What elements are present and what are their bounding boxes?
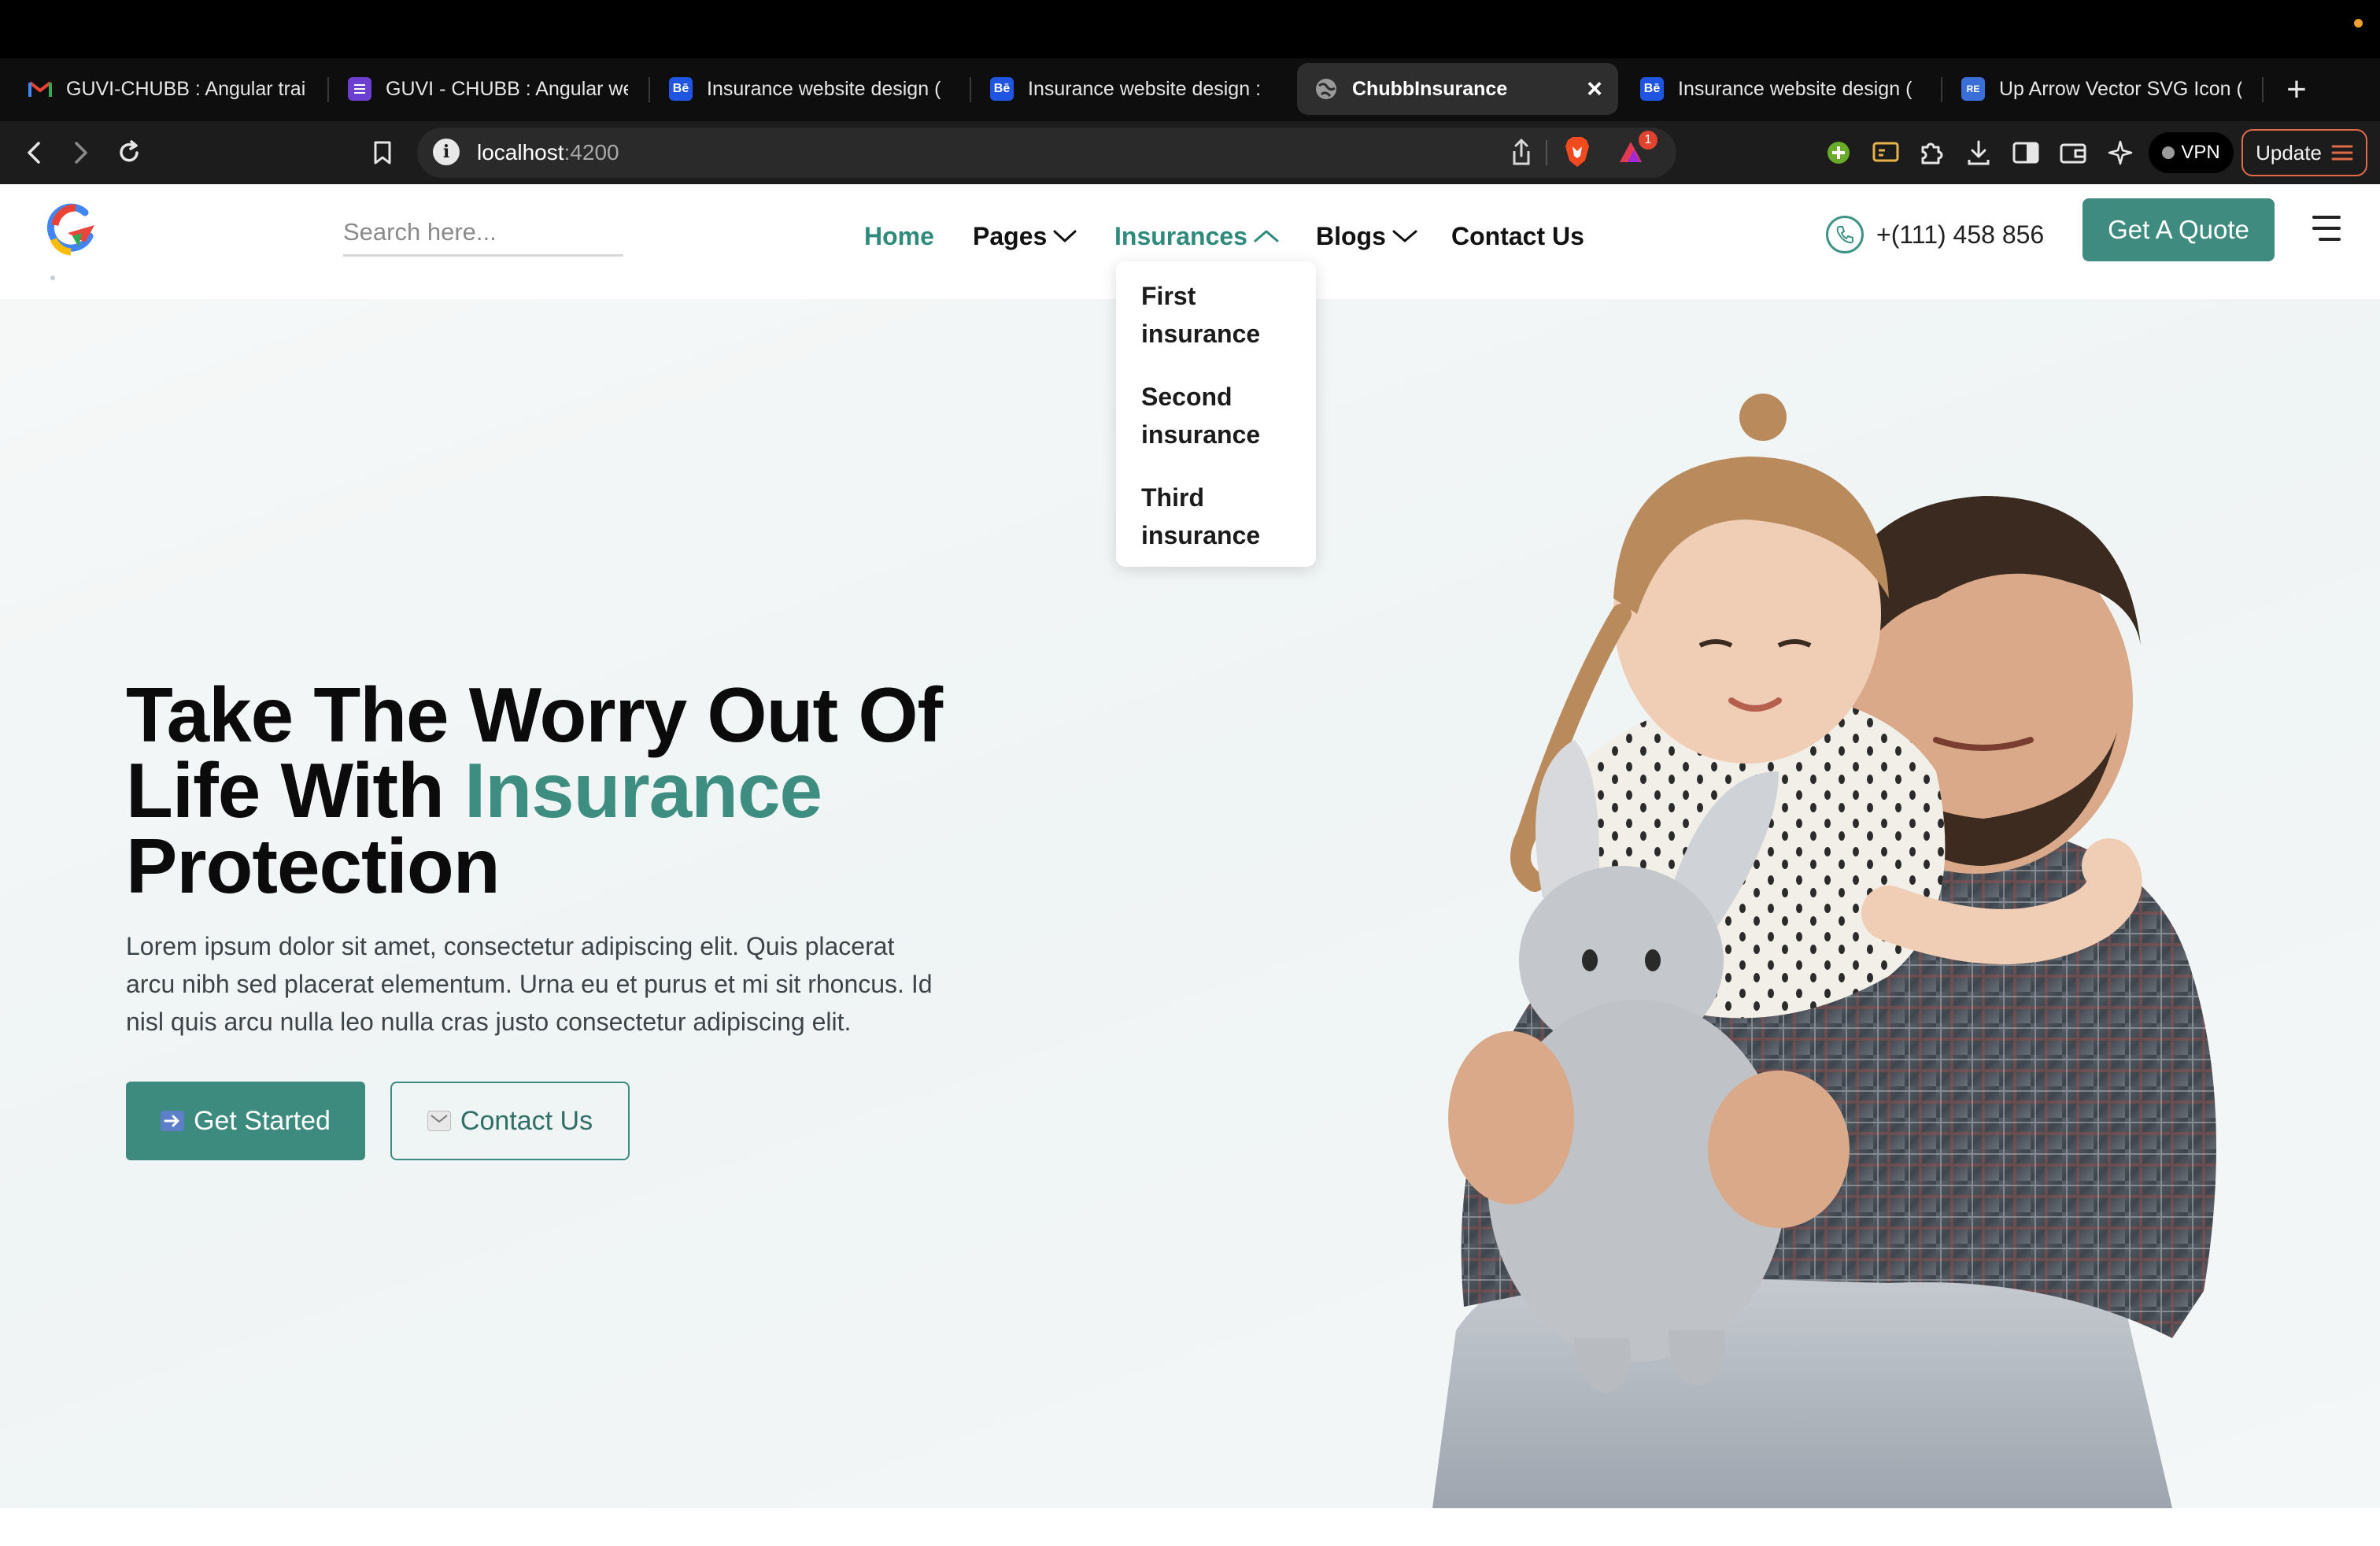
nav-insurances-label: Insurances (1114, 221, 1247, 250)
phone-icon (1826, 216, 1864, 253)
nav-contact-label: Contact Us (1451, 221, 1584, 250)
nav-contact[interactable]: Contact Us (1451, 216, 1584, 257)
envelope-icon (427, 1111, 451, 1131)
behance-icon: Bē (1640, 77, 1664, 101)
bookmark-icon[interactable] (360, 131, 405, 175)
nav-pages-label: Pages (973, 221, 1048, 250)
tab-title: Up Arrow Vector SVG Icon ( (1999, 77, 2241, 100)
hero-family-image (1432, 394, 2216, 1508)
nav-insurances[interactable]: Insurances (1114, 216, 1279, 257)
site-logo[interactable] (44, 202, 101, 280)
sidebar-icon[interactable] (2004, 131, 2048, 175)
url-port: :4200 (564, 140, 619, 165)
dropdown-item-third-insurance[interactable]: Third insurance (1141, 479, 1299, 554)
vpn-label: VPN (2181, 142, 2220, 163)
new-tab-button[interactable]: + (2275, 58, 2319, 121)
menu-icon (2331, 145, 2353, 161)
wallet-icon[interactable] (2051, 131, 2095, 175)
dropdown-item-second-insurance[interactable]: Second insurance (1141, 378, 1299, 453)
chevron-down-icon (1053, 230, 1077, 242)
extension-plus-icon[interactable] (1816, 131, 1861, 175)
nav-blogs-label: Blogs (1316, 221, 1386, 250)
tab-divider (327, 77, 329, 102)
tab-title: GUVI - CHUBB : Angular we (386, 77, 628, 100)
hamburger-menu-icon[interactable] (2308, 216, 2341, 244)
recording-indicator-icon (2354, 19, 2363, 28)
os-menu-bar (0, 0, 2380, 58)
vpn-button[interactable]: VPN (2149, 132, 2234, 173)
back-button[interactable] (13, 131, 57, 175)
rewards-badge: 1 (1639, 131, 1658, 150)
get-started-label: Get Started (194, 1105, 331, 1136)
browser-tab[interactable]: GUVI - CHUBB : Angular we (331, 63, 645, 115)
tab-divider (649, 77, 650, 102)
logo-dot (50, 276, 55, 280)
behance-icon: Bē (669, 77, 693, 101)
arrow-right-icon (161, 1111, 185, 1131)
chevron-up-icon (1254, 230, 1279, 242)
tab-title: Insurance website design ( (707, 77, 941, 100)
share-icon[interactable] (1510, 137, 1533, 174)
address-bar[interactable]: i localhost:4200 1 (417, 128, 1676, 178)
extensions-puzzle-icon[interactable] (1909, 131, 1953, 175)
chevron-down-icon (1392, 230, 1417, 242)
site-info-icon[interactable]: i (433, 139, 460, 165)
browser-toolbar: i localhost:4200 1 VPN Update (0, 121, 2380, 184)
brave-shield-icon[interactable] (1563, 135, 1591, 174)
tab-divider (1941, 77, 1942, 102)
phone-contact[interactable]: +(111) 458 856 (1826, 209, 2044, 260)
url-host: localhost (477, 140, 564, 165)
dropdown-item-first-insurance[interactable]: First insurance (1141, 277, 1299, 353)
contact-us-button[interactable]: Contact Us (390, 1082, 630, 1160)
browser-tab[interactable]: Bē Insurance website design ( (652, 63, 966, 115)
phone-number: +(111) 458 856 (1876, 220, 2045, 249)
browser-tab[interactable]: RE Up Arrow Vector SVG Icon ( (1944, 63, 2259, 115)
hero-description: Lorem ipsum dolor sit amet, consectetur … (126, 932, 933, 1036)
globe-icon (1314, 77, 1338, 101)
download-icon[interactable] (1957, 131, 2001, 175)
cast-icon[interactable] (1864, 131, 1908, 175)
search-input[interactable] (343, 213, 623, 252)
hero-title-line2: Life With (126, 747, 465, 834)
search-field[interactable] (343, 213, 623, 257)
insurances-dropdown-menu: First insurance Second insurance Third i… (1116, 261, 1316, 567)
nav-pages[interactable]: Pages (973, 216, 1077, 257)
close-tab-icon[interactable]: × (1587, 74, 1602, 105)
reload-button[interactable] (107, 131, 151, 175)
nav-blogs[interactable]: Blogs (1316, 216, 1417, 257)
svgrepo-icon: RE (1961, 77, 1985, 101)
get-started-button[interactable]: Get Started (126, 1082, 365, 1160)
forward-button[interactable] (58, 131, 102, 175)
browser-tab[interactable]: GUVI-CHUBB : Angular trai (11, 63, 326, 115)
tab-title: ChubbInsurance (1352, 77, 1508, 100)
hero-title-line1: Take The Worry Out Of (126, 671, 943, 758)
contact-us-label: Contact Us (460, 1105, 593, 1136)
browser-tab-strip: GUVI-CHUBB : Angular trai GUVI - CHUBB :… (0, 58, 2380, 121)
nav-home-label: Home (864, 221, 934, 250)
vpn-status-icon (2162, 146, 2175, 159)
tab-divider (970, 77, 971, 102)
hero-title: Take The Worry Out Of Life With Insuranc… (126, 676, 1031, 904)
page-bottom-strip (0, 1508, 2380, 1546)
hero-title-line3: Protection (126, 823, 501, 909)
tab-title: Insurance website design : (1028, 77, 1262, 100)
nav-home[interactable]: Home (864, 216, 934, 257)
behance-icon: Bē (990, 77, 1014, 101)
tab-divider (2262, 77, 2264, 102)
update-button[interactable]: Update (2241, 129, 2367, 176)
tab-title: GUVI-CHUBB : Angular trai (66, 77, 306, 100)
leo-ai-icon[interactable] (2098, 131, 2142, 175)
browser-tab-active[interactable]: ChubbInsurance × (1297, 63, 1618, 115)
tab-title: Insurance website design ( (1678, 77, 1913, 100)
browser-tab[interactable]: Bē Insurance website design ( (1623, 63, 1938, 115)
get-quote-button[interactable]: Get A Quote (2082, 198, 2275, 261)
hero-title-accent: Insurance (464, 747, 822, 834)
browser-tab[interactable]: Bē Insurance website design : (973, 63, 1288, 115)
update-label: Update (2256, 140, 2322, 165)
gmail-icon (28, 77, 52, 101)
forms-icon (348, 77, 371, 101)
url-divider (1546, 140, 1547, 165)
